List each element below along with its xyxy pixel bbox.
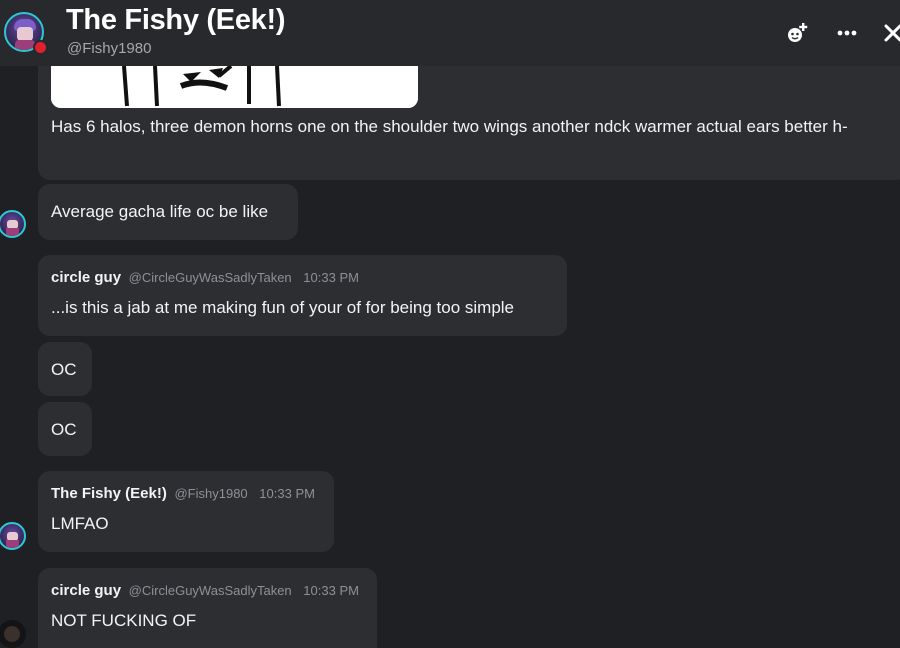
author-handle: @CircleGuyWasSadlyTaken [128,270,292,285]
author-name[interactable]: circle guy [51,582,121,599]
message-text: Average gacha life oc be like [51,202,269,221]
more-options-button[interactable] [834,20,860,46]
more-options-icon [837,30,857,36]
author-name[interactable]: The Fishy (Eek!) [51,485,167,502]
sender-avatar[interactable] [0,210,26,238]
message-meta: circle guy @CircleGuyWasSadlyTaken 10:33… [51,269,359,286]
avatar-body [6,540,19,548]
sender-avatar[interactable] [0,620,26,648]
message-bubble: circle guy @CircleGuyWasSadlyTaken 10:33… [38,255,567,336]
add-friend-icon [788,23,808,42]
drawing-image [51,66,418,108]
message-time: 10:33 PM [303,583,359,598]
author-handle: @Fishy1980 [174,486,248,501]
message-bubble: OC [38,342,92,396]
message-time: 10:33 PM [259,486,315,501]
close-icon [884,24,900,42]
message-meta: The Fishy (Eek!) @Fishy1980 10:33 PM [51,485,315,502]
dm-window: The Fishy (Eek!) @Fishy1980 Has 6 halos,… [0,0,900,648]
message-time: 10:33 PM [303,270,359,285]
message-list[interactable]: Has 6 halos, three demon horns one on th… [0,66,900,648]
message-text: LMFAO [51,514,109,533]
avatar-body [6,228,19,236]
message-text: OC [51,360,77,379]
chat-title: The Fishy (Eek!) [66,4,286,36]
avatar-face [17,27,33,41]
message-meta: circle guy @CircleGuyWasSadlyTaken 10:33… [51,582,359,599]
message-bubble: OC [38,402,92,456]
message-text: NOT FUCKING OF [51,611,197,630]
sender-avatar[interactable] [0,522,26,550]
chat-handle: @Fishy1980 [67,40,152,57]
message-text: OC [51,420,77,439]
avatar-face [4,626,20,642]
chat-header: The Fishy (Eek!) @Fishy1980 [0,0,900,66]
avatar-body [15,40,35,50]
author-handle: @CircleGuyWasSadlyTaken [128,583,292,598]
message-bubble: Average gacha life oc be like [38,184,298,240]
author-name[interactable]: circle guy [51,269,121,286]
message-bubble: The Fishy (Eek!) @Fishy1980 10:33 PM LMF… [38,471,334,552]
add-friend-button[interactable] [784,20,810,46]
image-attachment[interactable] [51,66,418,108]
dnd-status-dot [33,40,48,55]
message-text: ...is this a jab at me making fun of you… [51,298,515,317]
message-bubble: circle guy @CircleGuyWasSadlyTaken 10:33… [38,568,377,648]
close-button[interactable] [880,20,900,46]
message-text: Has 6 halos, three demon horns one on th… [51,117,848,136]
